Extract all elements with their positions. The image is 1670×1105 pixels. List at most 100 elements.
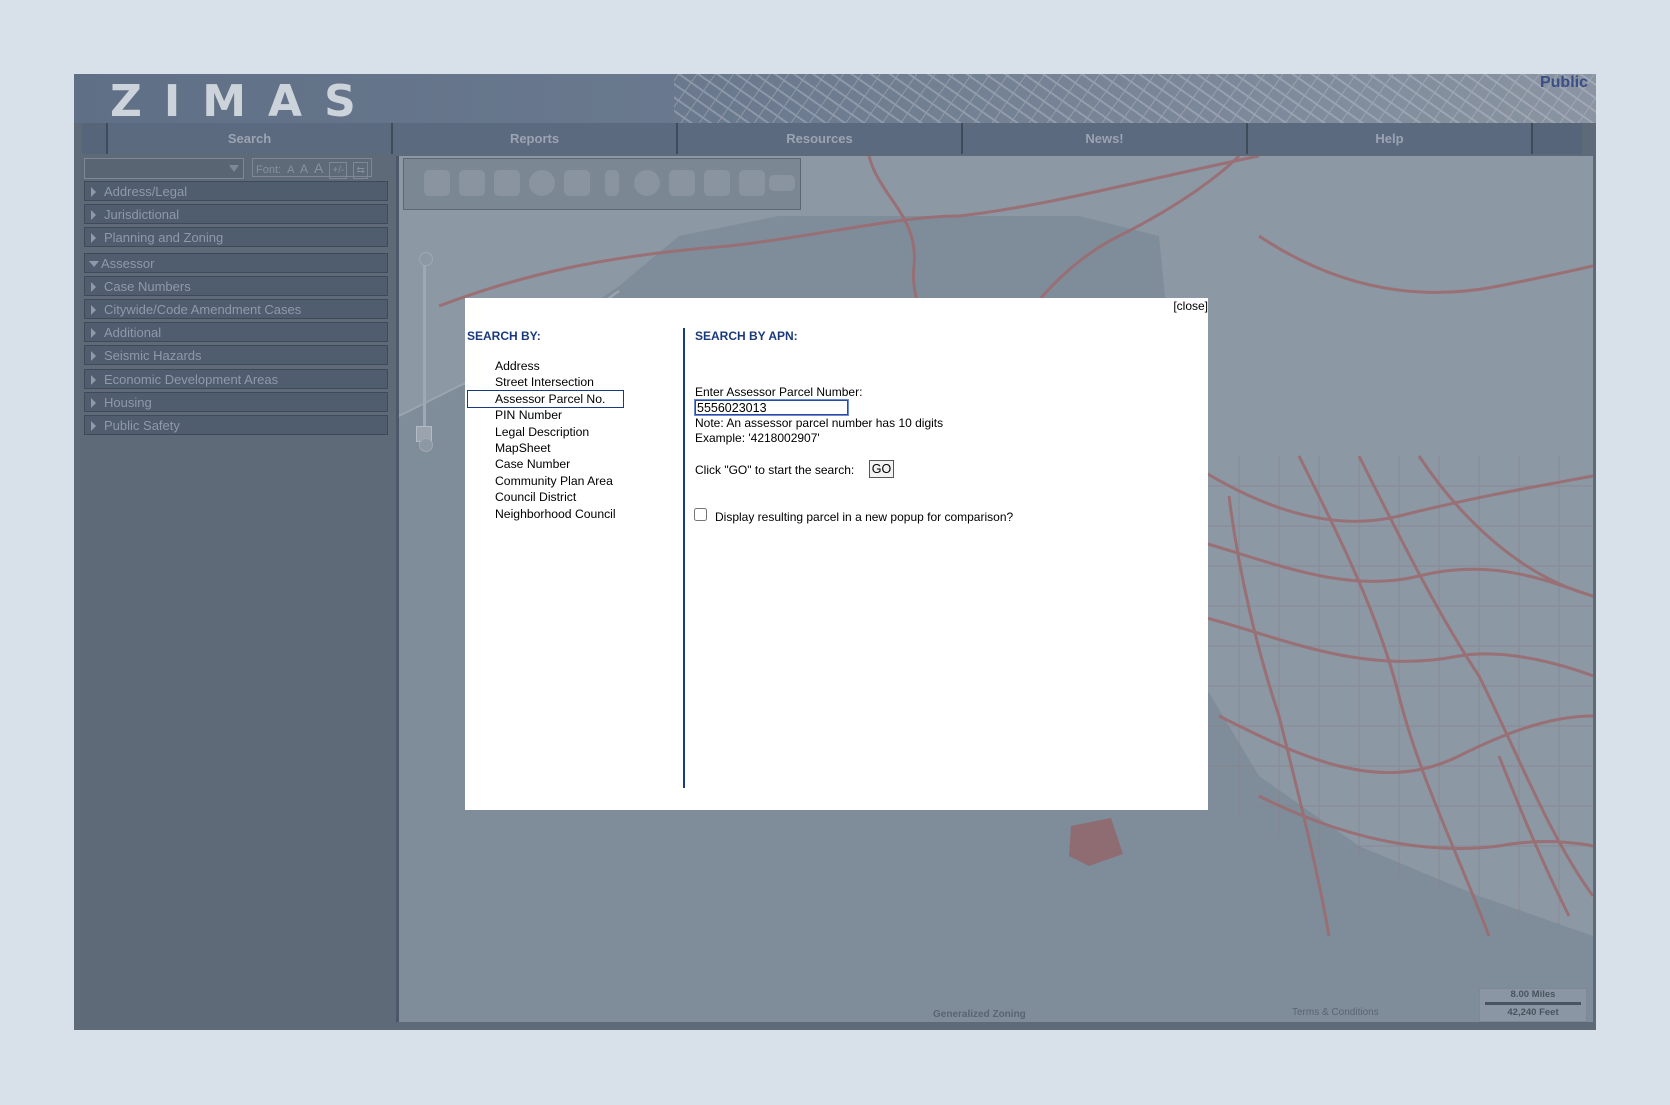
scale-bar: 8.00 Miles 42,240 Feet [1479, 988, 1587, 1022]
accordion-public-safety[interactable]: Public Safety [84, 415, 388, 435]
print-icon[interactable] [739, 170, 765, 196]
search-option-neighborhood-council[interactable]: Neighborhood Council [495, 506, 623, 522]
close-link[interactable]: [close] [1173, 299, 1208, 313]
accordion-label: Planning and Zoning [104, 230, 224, 245]
zoom-out-knob[interactable] [419, 438, 433, 452]
accordion-label: Housing [104, 395, 152, 410]
identify-icon[interactable] [529, 170, 555, 196]
expand-arrow-icon [91, 187, 96, 197]
font-label: Font: [256, 164, 282, 176]
accordion-case-numbers[interactable]: Case Numbers [84, 276, 388, 296]
go-prompt: Click "GO" to start the search: [695, 463, 855, 477]
sidebar-dropdown[interactable] [84, 158, 244, 179]
accordion-label: Case Numbers [104, 279, 191, 294]
scale-line [1485, 1002, 1581, 1005]
tab-reports[interactable]: Reports [393, 123, 678, 154]
accordion-citywide-cases[interactable]: Citywide/Code Amendment Cases [84, 299, 388, 319]
accordion-jurisdictional[interactable]: Jurisdictional [84, 204, 388, 224]
tab-news[interactable]: News! [963, 123, 1248, 154]
apn-field-label: Enter Assessor Parcel Number: [695, 385, 863, 399]
scale-feet: 42,240 Feet [1507, 1007, 1559, 1018]
scale-miles: 8.00 Miles [1510, 989, 1556, 1000]
accordion-label: Additional [104, 325, 162, 340]
font-large-button[interactable]: A [314, 160, 323, 176]
search-modal: [close] SEARCH BY: Address Street Inters… [465, 298, 1208, 810]
font-toggle-button[interactable]: +/- [329, 162, 348, 179]
measure-icon[interactable] [605, 170, 619, 196]
search-option-address[interactable]: Address [495, 358, 623, 374]
accordion-housing[interactable]: Housing [84, 392, 388, 412]
popup-comparison-checkbox[interactable] [694, 508, 707, 521]
nav-tail [1533, 123, 1582, 154]
accordion-label: Jurisdictional [104, 207, 180, 222]
apn-note: Note: An assessor parcel number has 10 d… [695, 416, 944, 430]
accordion-additional[interactable]: Additional [84, 322, 388, 342]
zoom-slider[interactable] [416, 252, 433, 452]
expand-arrow-icon [91, 351, 96, 361]
accordion-assessor[interactable]: Assessor [84, 253, 388, 273]
header-street-pattern [674, 74, 1596, 123]
go-button[interactable]: GO [869, 460, 894, 478]
expand-arrow-icon [91, 233, 96, 243]
search-option-council-district[interactable]: Council District [495, 489, 623, 505]
legend-icon[interactable] [669, 170, 695, 196]
main-nav: Search Reports Resources News! Help [82, 123, 1582, 154]
search-option-street-intersection[interactable]: Street Intersection [495, 374, 623, 390]
accordion-label: Address/Legal [104, 184, 188, 199]
search-option-case-number[interactable]: Case Number [495, 456, 623, 472]
sidebar: Font: A A A +/- ⇆ Address/Legal Jurisdic… [74, 156, 392, 1030]
search-by-list: Address Street Intersection Assessor Par… [467, 358, 624, 522]
map-toolbar [403, 158, 801, 210]
zoom-track [423, 256, 426, 446]
layers-icon[interactable] [704, 170, 730, 196]
expand-arrow-icon [91, 210, 96, 220]
zoom-in-icon[interactable] [459, 170, 485, 196]
expand-arrow-icon [91, 398, 96, 408]
accordion-address-legal[interactable]: Address/Legal [84, 181, 388, 201]
tab-resources[interactable]: Resources [678, 123, 963, 154]
chevron-down-icon [229, 165, 239, 172]
accordion-label: Economic Development Areas [104, 372, 279, 387]
apn-example: Example: '4218002907' [695, 431, 820, 445]
accordion-label: Citywide/Code Amendment Cases [104, 302, 302, 317]
font-small-button[interactable]: A [287, 164, 294, 176]
terms-link[interactable]: Terms & Conditions [1292, 1007, 1379, 1018]
search-option-apn[interactable]: Assessor Parcel No. [467, 389, 624, 409]
popup-comparison-label: Display resulting parcel in a new popup … [715, 510, 1014, 524]
search-option-mapsheet[interactable]: MapSheet [495, 440, 623, 456]
collapse-arrow-icon [89, 261, 99, 267]
search-option-legal-description[interactable]: Legal Description [495, 424, 623, 440]
tab-search[interactable]: Search [108, 123, 393, 154]
zimas-logo: ZIMAS [110, 76, 378, 123]
sidebar-collapse-icon[interactable]: ⇆ [353, 162, 368, 179]
accordion-economic-development[interactable]: Economic Development Areas [84, 369, 388, 389]
comment-icon[interactable] [634, 170, 660, 196]
accordion-planning-zoning[interactable]: Planning and Zoning [84, 227, 388, 247]
apn-heading: SEARCH BY APN: [695, 329, 798, 343]
zoom-in-knob[interactable] [419, 252, 433, 266]
pan-icon[interactable] [424, 170, 450, 196]
search-by-heading: SEARCH BY: [467, 329, 541, 343]
apn-input[interactable] [694, 399, 849, 416]
expand-arrow-icon [91, 305, 96, 315]
expand-arrow-icon [91, 375, 96, 385]
expand-arrow-icon [91, 328, 96, 338]
font-medium-button[interactable]: A [300, 162, 308, 176]
accordion-seismic-hazards[interactable]: Seismic Hazards [84, 345, 388, 365]
accordion-label: Seismic Hazards [104, 348, 202, 363]
sidebar-toolbar: Font: A A A +/- ⇆ [84, 158, 384, 180]
app-header: ZIMAS Public [74, 74, 1596, 123]
search-option-pin-number[interactable]: PIN Number [495, 407, 623, 423]
tab-help[interactable]: Help [1248, 123, 1533, 154]
modal-divider [683, 328, 685, 788]
font-size-control: Font: A A A +/- ⇆ [252, 158, 372, 179]
expand-arrow-icon [91, 282, 96, 292]
public-mode-label: Public [1539, 74, 1588, 91]
nav-spacer [82, 123, 108, 154]
export-icon[interactable] [769, 175, 795, 191]
accordion-label: Assessor [101, 256, 155, 271]
expand-arrow-icon [91, 421, 96, 431]
select-icon[interactable] [564, 170, 590, 196]
search-option-community-plan-area[interactable]: Community Plan Area [495, 473, 623, 489]
zoom-extent-icon[interactable] [494, 170, 520, 196]
